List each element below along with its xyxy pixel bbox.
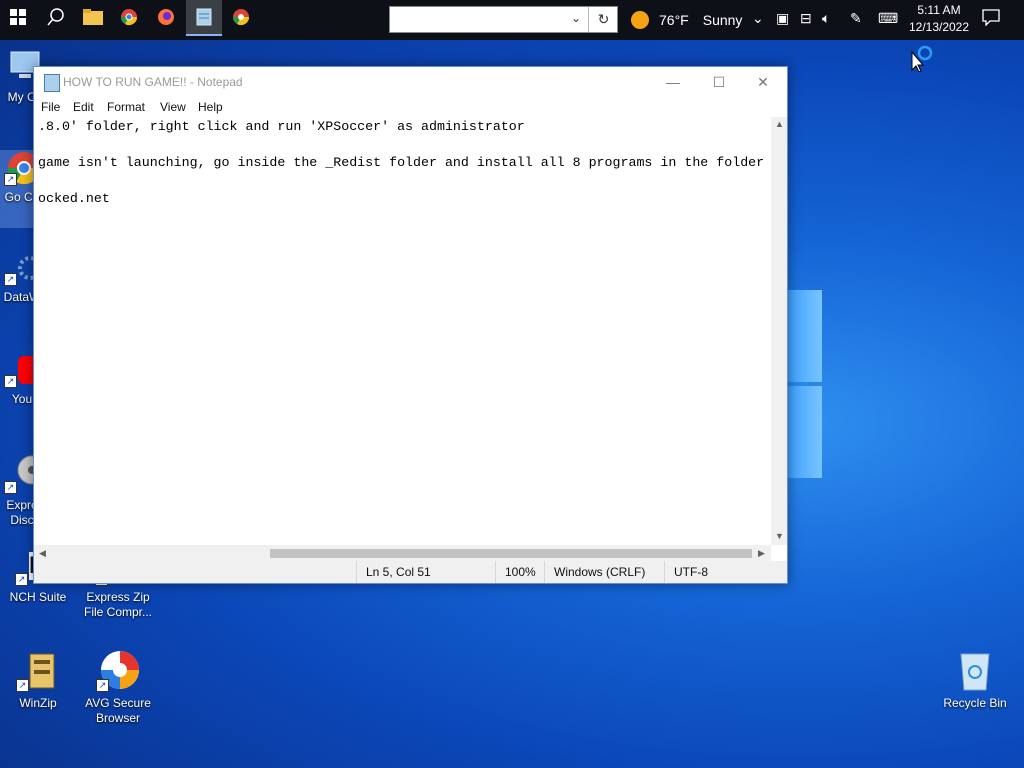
horizontal-scroll-thumb[interactable] [270,549,752,558]
notepad-icon [196,8,212,26]
taskbar-notepad[interactable] [186,0,222,36]
menu-bar: File Edit Format View Help [34,97,787,117]
address-search-box[interactable]: ⌄ ↻ [389,6,618,33]
scroll-up-icon[interactable]: ▲ [775,119,784,129]
winzip-icon: ↗ [16,648,60,692]
editor-line: ocked.net [38,191,110,206]
scroll-down-icon[interactable]: ▼ [775,531,784,541]
busy-cursor-icon [911,44,935,77]
chevron-up-icon[interactable]: ⌄ [752,10,764,27]
horizontal-scrollbar[interactable]: ◀ ▶ [34,545,771,561]
firefox-icon [158,9,174,25]
menu-view[interactable]: View [160,100,186,114]
maximize-button[interactable]: ☐ [696,67,742,97]
windows-logo-icon [10,9,26,25]
shortcut-arrow-icon: ↗ [15,573,28,586]
pen-icon[interactable]: ✎ [850,10,862,27]
clock-time: 5:11 AM [917,3,961,17]
text-editor[interactable]: .8.0' folder, right click and run 'XPSoc… [34,117,771,545]
vertical-scrollbar[interactable]: ▲ ▼ [771,117,787,545]
sun-icon [631,11,649,29]
display-icon[interactable]: ⊟ [800,10,812,27]
chrome-icon [232,9,250,26]
weather-temp: 76°F [659,12,689,28]
taskbar-file-explorer[interactable] [76,0,110,34]
taskbar: ⌄ ↻ 76°F Sunny ⌄ ▣ ⊟ 🔈︎ ✎ ⌨ 5:11 AM 12/1… [0,0,1024,40]
editor-line: game isn't launching, go inside the _Red… [38,155,765,170]
shortcut-arrow-icon: ↗ [16,679,29,692]
desktop-icon-label: Recycle Bin [943,696,1007,710]
taskbar-chrome[interactable] [112,0,146,34]
desktop-icon-label: WinZip [19,696,57,710]
clock-date: 12/13/2022 [908,20,970,34]
system-clock[interactable]: 5:11 AM 12/13/2022 [905,2,973,36]
scroll-left-icon[interactable]: ◀ [39,548,46,559]
shortcut-arrow-icon: ↗ [96,679,109,692]
wallpaper-windows-logo [786,290,822,478]
status-zoom: 100% [495,561,536,583]
keyboard-icon[interactable]: ⌨ [878,10,898,27]
shortcut-arrow-icon: ↗ [4,173,17,186]
title-bar[interactable]: HOW TO RUN GAME!! - Notepad — ☐ ✕ [34,67,787,97]
taskbar-chrome-alt[interactable] [224,0,258,34]
desktop-icon-avg-browser[interactable]: ↗ AVG Secure Browser [80,648,156,726]
taskbar-firefox[interactable] [149,0,183,34]
desktop-icon-label: Express Zip File Compr... [83,590,152,619]
network-icon[interactable]: ▣ [776,10,789,27]
desktop-icon-label: AVG Secure Browser [85,696,151,725]
status-line-ending: Windows (CRLF) [544,561,645,583]
chrome-icon [120,9,138,26]
menu-file[interactable]: File [41,100,60,114]
editor-line: .8.0' folder, right click and run 'XPSoc… [38,119,525,134]
notepad-window: HOW TO RUN GAME!! - Notepad — ☐ ✕ File E… [33,66,788,584]
notification-icon[interactable] [982,8,1000,29]
menu-help[interactable]: Help [198,100,223,114]
volume-icon[interactable]: 🔈︎ [822,10,830,27]
avg-browser-icon: ↗ [96,648,140,692]
scroll-right-icon[interactable]: ▶ [758,548,765,559]
start-button[interactable] [0,0,36,34]
menu-edit[interactable]: Edit [73,100,94,114]
shortcut-arrow-icon: ↗ [4,273,17,286]
menu-format[interactable]: Format [107,100,145,114]
notepad-icon [44,74,60,92]
desktop-icon-label: NCH Suite [9,590,67,604]
close-button[interactable]: ✕ [740,67,786,97]
folder-icon [83,9,103,25]
chevron-down-icon[interactable]: ⌄ [566,11,586,29]
desktop-icon-recycle-bin[interactable]: Recycle Bin [937,648,1013,711]
address-search-input[interactable] [390,7,564,32]
window-title: HOW TO RUN GAME!! - Notepad [63,75,243,89]
weather-condition: Sunny [702,12,743,28]
minimize-button[interactable]: — [650,67,696,97]
status-position: Ln 5, Col 51 [356,561,431,583]
status-encoding: UTF-8 [664,561,708,583]
shortcut-arrow-icon: ↗ [4,375,17,388]
shortcut-arrow-icon: ↗ [4,481,17,494]
refresh-icon[interactable]: ↻ [588,7,618,32]
desktop-icon-label: You [11,392,33,406]
search-icon [47,8,64,26]
search-button[interactable] [38,0,74,34]
status-bar: Ln 5, Col 51 100% Windows (CRLF) UTF-8 [34,561,787,583]
recycle-bin-icon [953,648,997,692]
desktop-icon-winzip[interactable]: ↗ WinZip [0,648,76,711]
weather-widget[interactable]: 76°F Sunny [631,10,742,30]
